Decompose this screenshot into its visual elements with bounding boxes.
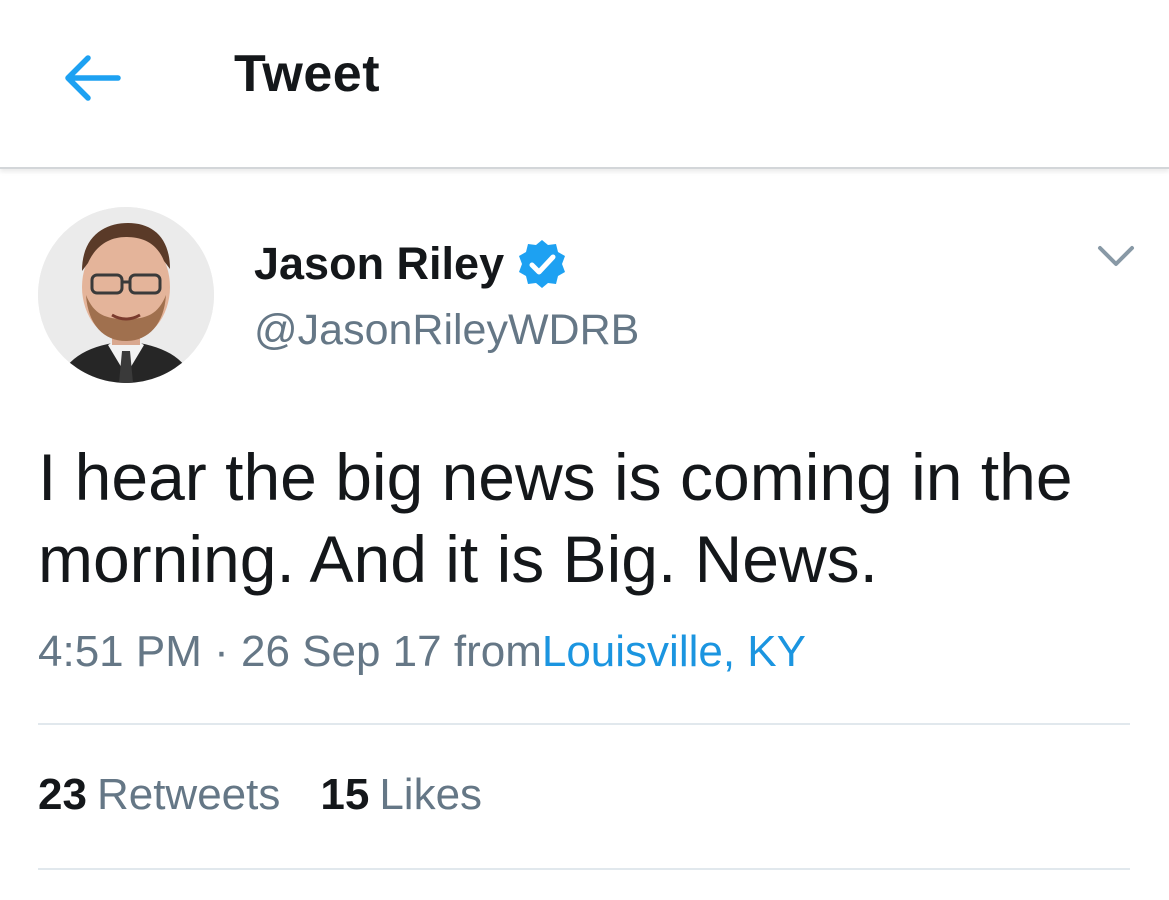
likes-stat[interactable]: 15 Likes xyxy=(320,770,482,820)
tweet-menu-button[interactable] xyxy=(1088,232,1144,280)
retweets-label: Retweets xyxy=(96,770,281,819)
tweet-metadata: 4:51 PM · 26 Sep 17 fromLouisville, KY xyxy=(38,627,806,677)
engagement-stats: 23 Retweets 15 Likes xyxy=(38,770,522,820)
page-title: Tweet xyxy=(234,45,381,103)
arrow-left-icon xyxy=(65,55,121,101)
author-handle[interactable]: @JasonRileyWDRB xyxy=(254,306,639,355)
likes-count: 15 xyxy=(320,770,370,819)
retweets-count: 23 xyxy=(38,770,87,819)
divider xyxy=(38,723,1130,725)
location-link[interactable]: Louisville, KY xyxy=(542,627,806,676)
likes-label: Likes xyxy=(379,770,483,819)
chevron-down-icon xyxy=(1098,246,1134,266)
tweet-text: I hear the big news is coming in the mor… xyxy=(38,440,1073,596)
from-label: from xyxy=(453,627,542,676)
retweets-stat[interactable]: 23 Retweets xyxy=(38,770,280,820)
tweet-date: 26 Sep 17 xyxy=(241,627,442,676)
display-name[interactable]: Jason Riley xyxy=(254,238,504,290)
avatar[interactable] xyxy=(38,207,214,383)
back-button[interactable] xyxy=(52,46,132,110)
meta-separator: · xyxy=(214,627,229,676)
author-name-row[interactable]: Jason Riley xyxy=(254,234,568,294)
verified-badge-icon xyxy=(519,240,566,288)
top-app-bar: Tweet xyxy=(0,0,1169,169)
tweet-time: 4:51 PM xyxy=(38,627,202,676)
divider xyxy=(38,868,1130,870)
